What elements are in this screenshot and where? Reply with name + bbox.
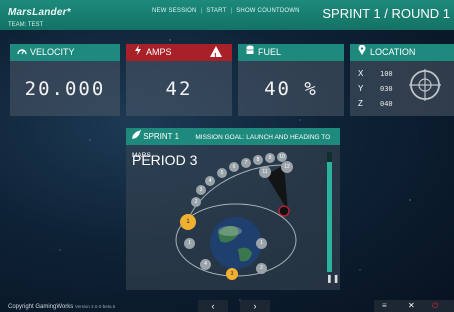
warning-icon: ! [210,46,222,61]
velocity-header: VELOCITY [10,44,120,61]
map-pin-icon [357,44,367,61]
gauge-icon [17,44,27,61]
mission-header: SPRINT 1 MISSION GOAL: LAUNCH AND HEADIN… [126,128,340,159]
power-icon[interactable]: ⏻ [432,300,438,312]
orbit-node[interactable]: 11 [259,166,271,178]
orbit-node[interactable]: 6 [229,162,239,172]
nav-start[interactable]: START [206,8,226,14]
velocity-panel: VELOCITY 20.000 [10,44,120,116]
tools-bar: ≡ ✕ ⏻ [374,300,454,312]
version-text: Version 2.0.0-beta.5 [74,304,116,309]
orbit-node[interactable]: 3 [226,268,238,280]
brand-logo: MarsLander* [8,7,71,18]
orbit-node[interactable]: 12 [281,161,293,173]
bolt-icon [133,44,143,61]
team-label: TEAM: TEST [8,22,44,28]
orbit-node[interactable]: 9 [265,153,275,163]
orbit-node[interactable]: 3 [196,185,206,195]
mission-progress-fill [327,161,332,272]
orbit-node[interactable]: 4 [200,259,211,270]
amps-value: 42 [165,77,193,100]
nav-show-countdown[interactable]: SHOW COUNTDOWN [236,8,299,14]
mission-panel: SPRINT 1 MISSION GOAL: LAUNCH AND HEADIN… [126,128,340,290]
top-nav: NEW SESSION | START | SHOW COUNTDOWN [152,8,300,14]
fuel-label: FUEL [258,47,282,57]
wrench-icon[interactable]: ✕ [408,300,415,312]
database-icon [245,44,255,61]
velocity-value: 20.000 [24,77,106,100]
orbit-node[interactable]: 1 [184,238,195,249]
mission-progress-track [327,152,332,272]
crosshair-icon [409,69,441,101]
prev-button[interactable]: ‹ [198,300,228,312]
location-label: LOCATION [370,47,416,57]
orbit-diagram [175,164,297,277]
orbit-node[interactable]: 2 [256,263,267,274]
loc-y-value: 030 [380,85,393,93]
orbit-node[interactable]: 7 [241,158,251,168]
rocket-icon [132,130,143,141]
sprint-label: SPRINT 1 [143,132,180,141]
copyright-text: Copyright GamingWorks [8,304,74,310]
loc-z-label: Z [358,99,363,108]
velocity-label: VELOCITY [30,47,75,57]
top-bar: MarsLander* TEAM: TEST NEW SESSION | START… [0,0,454,30]
next-button[interactable]: › [240,300,270,312]
orbit-node[interactable]: 1 [256,238,267,249]
fuel-header: FUEL [238,44,344,61]
settings-sliders-icon[interactable]: ≡ [382,300,387,312]
loc-y-label: Y [358,84,364,93]
orbit-node[interactable]: 5 [217,168,227,178]
fuel-value: 40 % [264,77,318,100]
loc-x-label: X [358,69,364,78]
orbit-node[interactable]: 8 [253,155,263,165]
footer: Copyright GamingWorks Version 2.0.0-beta… [8,304,115,310]
amps-label: AMPS [146,47,172,57]
amps-panel: AMPS ! 42 [126,44,232,116]
loc-z-value: 040 [380,100,393,108]
amps-header: AMPS ! [126,44,232,61]
nav-new-session[interactable]: NEW SESSION [152,8,197,14]
orbit-node[interactable]: 4 [205,176,215,186]
loc-x-value: 100 [380,70,393,78]
orbit-node[interactable]: 2 [191,197,201,207]
location-header: LOCATION [350,44,454,61]
round-title: SPRINT 1 / ROUND 1 [322,6,450,21]
location-panel: LOCATION X 100 Y 030 Z 040 [350,44,454,116]
pause-icon[interactable]: ❚❚ [326,274,339,283]
earth-planet [210,217,262,269]
fuel-panel: FUEL 40 % [238,44,344,116]
target-marker [278,205,290,217]
orbit-node[interactable]: 1 [180,214,196,230]
